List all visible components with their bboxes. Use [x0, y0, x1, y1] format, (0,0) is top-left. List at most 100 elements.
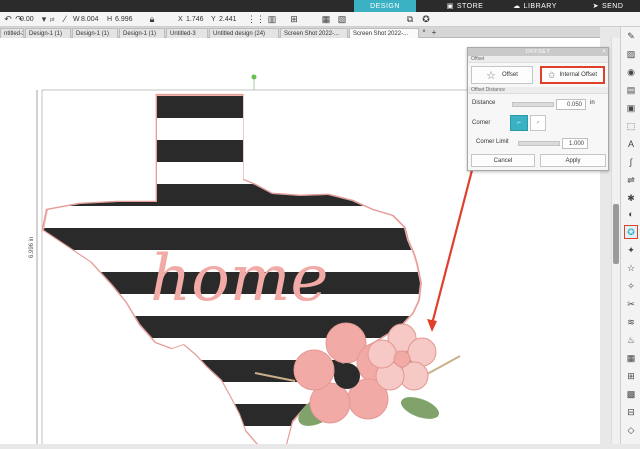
internal-offset-label: Internal Offset: [559, 72, 598, 78]
star-icon[interactable]: ✪: [420, 13, 432, 25]
text-style-icon[interactable]: A: [624, 137, 638, 151]
rotate-value[interactable]: 0.00: [20, 14, 40, 25]
corner-label: Corner: [472, 120, 491, 126]
distance-unit: in: [590, 100, 595, 106]
replicate-icon[interactable]: ⧉: [404, 13, 416, 25]
tab-label: Untitled-3: [170, 30, 196, 37]
x-value[interactable]: 1.746: [186, 14, 204, 25]
distance-slider[interactable]: [512, 102, 554, 107]
document-tab[interactable]: Screen Shot 2022-...: [280, 28, 348, 38]
document-tab[interactable]: Design-1 (1): [119, 28, 165, 38]
sketch-icon[interactable]: ∫: [624, 155, 638, 169]
document-tabs: ntitled-2 Design-1 (1) Design-1 (1) Desi…: [0, 27, 600, 38]
top-navigation-bar: DESIGN ▣ STORE ☁ LIBRARY ➤ SEND: [0, 0, 640, 12]
offset-button[interactable]: ☆ Offset: [471, 66, 533, 84]
document-tab[interactable]: ntitled-2: [0, 28, 24, 38]
close-icon[interactable]: ×: [598, 46, 610, 58]
corner-sharp-button[interactable]: ⌐: [510, 115, 528, 131]
annotation-arrowhead: [427, 319, 437, 332]
ungroup-icon[interactable]: ▧: [336, 13, 348, 25]
x-label: X: [178, 16, 183, 23]
fill-icon[interactable]: ◉: [624, 65, 638, 79]
pattern-icon[interactable]: ▦: [624, 351, 638, 365]
store-icon: ▣: [446, 3, 454, 10]
internal-offset-button[interactable]: ✩ Internal Offset: [540, 66, 605, 84]
document-tab[interactable]: Design-1 (1): [25, 28, 71, 38]
modify-icon[interactable]: ✱: [624, 191, 638, 205]
height-value[interactable]: 6.996: [115, 14, 133, 25]
tab-library[interactable]: ☁ LIBRARY: [504, 0, 566, 12]
tab-label: Screen Shot 2022-...: [353, 30, 409, 37]
lock-icon[interactable]: 🔒︎: [146, 13, 158, 25]
star-outline-icon: ☆: [486, 69, 496, 82]
width-value[interactable]: 8.004: [81, 14, 99, 25]
height-label: H: [107, 16, 113, 23]
home-script-text: home: [150, 242, 328, 316]
tab-label: Design-1 (1): [29, 30, 63, 37]
sparkle-icon[interactable]: ✧: [624, 279, 638, 293]
vertical-scrollbar[interactable]: [611, 38, 620, 444]
design-tab-label: DESIGN: [370, 2, 400, 10]
offset-panel: OFFSET × Offset ☆ Offset ✩ Internal Offs…: [467, 47, 609, 171]
document-tab[interactable]: Untitled-3: [166, 28, 208, 38]
tab-store[interactable]: ▣ STORE: [440, 0, 490, 12]
distribute-icon[interactable]: ▥: [266, 13, 278, 25]
offset-section-header: Offset: [468, 56, 608, 63]
star-shapes-icon[interactable]: ☆: [624, 261, 638, 275]
document-tab[interactable]: Untitled design (24): [209, 28, 279, 38]
right-tool-panel: ✎ ▨ ◉ ▤ ▣ ⬚ A ∫ ⇌ ✱ ◐ ✪ ✦ ☆ ✧ ✂ ≋ ♨ ▦ ⊞ …: [620, 27, 640, 444]
dimension-label: 6.996 in: [29, 236, 35, 258]
tab-label: Untitled design (24): [213, 30, 266, 37]
document-tab[interactable]: Design-1 (1): [72, 28, 118, 38]
tab-label: Design-1 (1): [76, 30, 110, 37]
line-icon[interactable]: ∕: [59, 13, 71, 25]
tab-design[interactable]: DESIGN: [354, 0, 416, 12]
y-label: Y: [211, 16, 216, 23]
send-icon: ➤: [592, 3, 599, 10]
line-style-icon[interactable]: ▤: [624, 83, 638, 97]
offset-panel-icon[interactable]: ✪: [624, 225, 638, 239]
tab-label: Screen Shot 2022-...: [284, 30, 340, 37]
width-label: W: [73, 16, 80, 23]
cancel-button-label: Cancel: [493, 157, 513, 164]
align-panel-icon[interactable]: ⊟: [624, 405, 638, 419]
warp-icon[interactable]: ◇: [624, 423, 638, 437]
offset-button-label: Offset: [501, 72, 518, 78]
layers-icon[interactable]: ≋: [624, 315, 638, 329]
distance-label: Distance: [472, 100, 496, 106]
rotate-handle[interactable]: [251, 74, 257, 80]
replicate-panel-icon[interactable]: ⇌: [624, 173, 638, 187]
transform-icon[interactable]: ⬚: [624, 119, 638, 133]
tab-send[interactable]: ➤ SEND: [580, 0, 636, 12]
distance-input[interactable]: 0.050: [556, 99, 586, 110]
grid-icon[interactable]: ⊞: [288, 13, 300, 25]
corner-limit-slider[interactable]: [518, 141, 560, 146]
toolbar: ↶ ↷ 0.00 ▾ pt ∕ W 8.004 H 6.996 🔒︎ X 1.7…: [0, 12, 640, 27]
cancel-button[interactable]: Cancel: [471, 154, 535, 167]
image-icon[interactable]: ▣: [624, 101, 638, 115]
scrollbar-thumb[interactable]: [613, 204, 619, 264]
print-icon[interactable]: ▩: [624, 387, 638, 401]
trace-icon[interactable]: ✦: [624, 243, 638, 257]
library-tab-label: LIBRARY: [523, 2, 557, 10]
apply-button-label: Apply: [565, 157, 581, 164]
apply-button[interactable]: Apply: [540, 154, 606, 167]
y-value[interactable]: 2.441: [219, 14, 237, 25]
library-panel-icon[interactable]: ♨: [624, 333, 638, 347]
chevron-down-icon[interactable]: ▾: [38, 13, 50, 25]
library-icon: ☁: [513, 3, 521, 10]
store-tab-label: STORE: [456, 2, 484, 10]
corner-round-button[interactable]: ◜: [530, 115, 546, 131]
rotate-unit: pt: [50, 16, 55, 23]
add-tab-icon[interactable]: +: [428, 26, 440, 38]
grid-panel-icon[interactable]: ⊞: [624, 369, 638, 383]
tab-label: ntitled-2: [4, 30, 24, 37]
align-icon[interactable]: ⋮⋮: [247, 13, 265, 25]
design-settings-icon[interactable]: ✎: [624, 29, 638, 43]
group-icon[interactable]: ▦: [320, 13, 332, 25]
page-setup-icon[interactable]: ▨: [624, 47, 638, 61]
corner-limit-input[interactable]: 1.000: [562, 138, 588, 149]
knife-icon[interactable]: ✂: [624, 297, 638, 311]
document-tab-active[interactable]: Screen Shot 2022-...: [349, 28, 419, 38]
weld-icon[interactable]: ◐: [624, 207, 638, 221]
